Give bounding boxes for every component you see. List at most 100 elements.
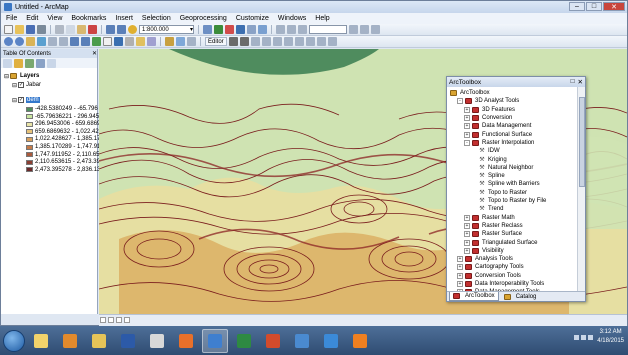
minimize-button[interactable]: – [569, 2, 585, 11]
menu-view[interactable]: View [47, 15, 62, 22]
taskbar-powerpoint-button[interactable] [260, 329, 286, 353]
collapse-icon[interactable]: - [464, 139, 470, 146]
hyperlink-icon[interactable] [147, 37, 156, 46]
tab-catalog[interactable]: Catalog [501, 292, 540, 301]
toolbox-item[interactable]: +3D Features [464, 106, 515, 114]
menu-help[interactable]: Help [315, 15, 329, 22]
zoom-100-icon[interactable] [298, 25, 307, 34]
expand-icon[interactable]: + [464, 131, 470, 138]
taskbar-firefox-button[interactable] [173, 329, 199, 353]
collapse-icon[interactable]: - [457, 98, 463, 105]
open-folder-icon[interactable] [15, 25, 24, 34]
toolbox-item[interactable]: + Raster Surface [464, 230, 522, 238]
toolbox-item[interactable]: + Functional Surface [464, 131, 532, 139]
toolbox-item[interactable]: + Analysis Tools [457, 255, 513, 263]
model-builder-icon[interactable] [247, 25, 256, 34]
taskbar-folder-button[interactable] [86, 329, 112, 353]
full-extent-icon[interactable] [37, 37, 46, 46]
options-icon[interactable] [47, 58, 56, 68]
toolbox-item[interactable]: ArcToolbox [450, 89, 490, 97]
toolbox-item[interactable]: - 3D Analyst Tools [457, 97, 519, 105]
delete-icon[interactable] [88, 25, 97, 34]
menu-windows[interactable]: Windows [278, 15, 306, 22]
expand-icon[interactable]: + [464, 115, 470, 122]
new-document-icon[interactable] [4, 25, 13, 34]
menu-bookmarks[interactable]: Bookmarks [71, 15, 106, 22]
list-by-selection-icon[interactable] [36, 58, 45, 68]
expand-icon[interactable]: + [457, 272, 463, 279]
zoom-in-icon[interactable] [4, 37, 13, 46]
expand-icon[interactable]: + [464, 247, 470, 254]
tool-item[interactable]: ⚒ Topo to Raster by File [471, 197, 546, 205]
network-icon[interactable] [581, 334, 587, 340]
create-viewer-icon[interactable] [187, 37, 196, 46]
map-scale-select[interactable]: 1:800.000 ▾ [139, 25, 194, 34]
toolbox-item[interactable]: + Conversion Tools [457, 272, 521, 280]
refresh-icon[interactable] [116, 317, 122, 323]
identify-icon[interactable] [114, 37, 123, 46]
tool-item[interactable]: ⚒ Natural Neighbor [471, 164, 533, 172]
taskbar-arcmap-button[interactable] [202, 328, 228, 353]
create-features-icon[interactable] [327, 37, 337, 46]
menu-insert[interactable]: Insert [115, 15, 133, 22]
toolbox-scrollbar[interactable] [577, 87, 585, 292]
reshape-icon[interactable] [261, 37, 271, 46]
taskbar-notepad-button[interactable] [144, 329, 170, 353]
zoom-whole-page-icon[interactable] [287, 25, 296, 34]
toolbox-item[interactable]: + Visibility [464, 247, 504, 255]
toolbox-item[interactable]: + Conversion [464, 114, 512, 122]
undo-icon[interactable] [106, 25, 115, 34]
pan-icon[interactable] [26, 37, 35, 46]
editor-toolbar-icon[interactable] [203, 25, 212, 34]
close-icon[interactable]: ✕ [578, 78, 583, 86]
copy-icon[interactable] [66, 25, 75, 34]
tool-item[interactable]: ⚒ Topo to Raster [471, 189, 527, 197]
expand-icon[interactable]: + [464, 106, 470, 113]
toc-layer-jabar[interactable]: ⊟ ✓ Jabar [12, 81, 41, 89]
maximize-button[interactable]: □ [586, 2, 602, 11]
flag-icon[interactable] [574, 334, 580, 340]
list-by-source-icon[interactable] [14, 58, 23, 68]
layout-tool-icon[interactable] [276, 25, 285, 34]
help-icon[interactable] [258, 25, 267, 34]
expand-icon[interactable]: + [464, 222, 470, 229]
toolbox-item[interactable]: - Raster Interpolation [464, 139, 534, 147]
layout-view-icon[interactable] [108, 317, 114, 323]
toolbox-item[interactable]: + Data Interoperability Tools [457, 280, 544, 288]
editor-menu-button[interactable]: Editor [205, 37, 227, 46]
scrollbar-thumb[interactable] [579, 97, 585, 187]
python-icon[interactable] [236, 25, 245, 34]
menu-selection[interactable]: Selection [142, 15, 171, 22]
expand-icon[interactable]: + [464, 239, 470, 246]
data-view-icon[interactable] [100, 317, 106, 323]
menu-geoprocessing[interactable]: Geoprocessing [180, 15, 227, 22]
select-features-icon[interactable] [92, 37, 101, 46]
list-by-visibility-icon[interactable] [25, 58, 34, 68]
save-icon[interactable] [26, 25, 35, 34]
forward-extent-icon[interactable] [81, 37, 90, 46]
edit-tool-icon[interactable] [228, 37, 238, 46]
edit-vertices-icon[interactable] [250, 37, 260, 46]
tool-item[interactable]: ⚒ Spline with Barriers [471, 180, 539, 188]
select-elements-icon[interactable] [103, 37, 112, 46]
taskbar-network-button[interactable] [289, 329, 315, 353]
layer-visibility-checkbox[interactable]: ✓ [18, 97, 24, 103]
cut-icon[interactable] [55, 25, 64, 34]
back-extent-icon[interactable] [70, 37, 79, 46]
attributes-icon[interactable] [305, 37, 315, 46]
expand-icon[interactable]: + [457, 256, 463, 263]
find-icon[interactable] [125, 37, 134, 46]
layer-visibility-checkbox[interactable]: ✓ [18, 82, 24, 88]
toolbox-item[interactable]: + Cartography Tools [457, 263, 524, 271]
go-to-xy-icon[interactable] [165, 37, 174, 46]
data-frame-icon[interactable] [360, 25, 369, 34]
expand-icon[interactable]: + [457, 264, 463, 271]
sketch-properties-icon[interactable] [316, 37, 326, 46]
tool-item[interactable]: ⚒ Trend [471, 205, 503, 213]
change-layout-icon[interactable] [371, 25, 380, 34]
toolbox-item[interactable]: + Raster Reclass [464, 222, 523, 230]
taskbar-vlc-button[interactable] [347, 329, 373, 353]
add-data-icon[interactable] [128, 25, 137, 34]
table-of-contents-icon[interactable] [214, 25, 223, 34]
menu-customize[interactable]: Customize [236, 15, 269, 22]
